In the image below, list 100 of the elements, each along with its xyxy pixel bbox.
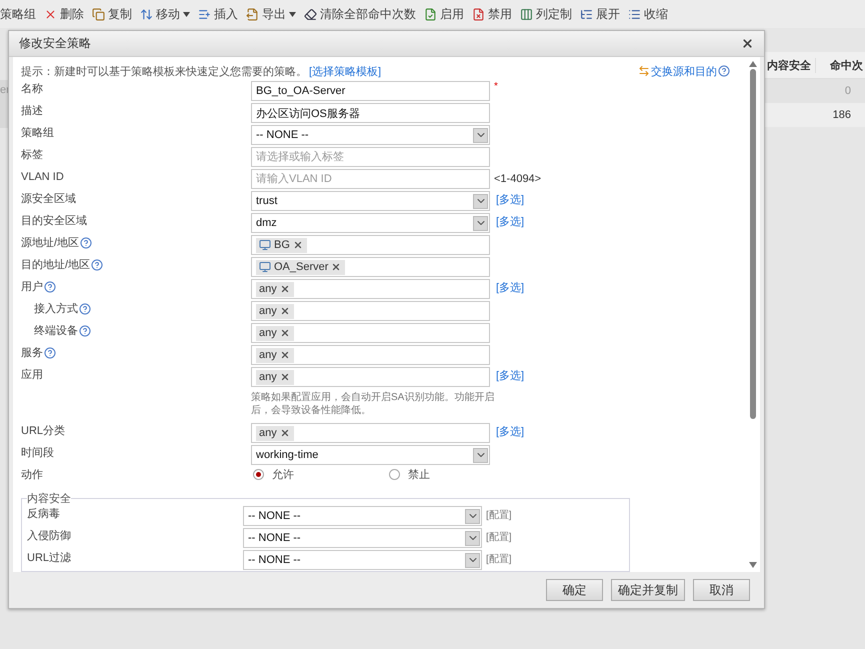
- file-x-icon: [472, 8, 485, 20]
- toolbar-button[interactable]: 禁用: [472, 6, 512, 22]
- list-plus-icon: [198, 8, 211, 20]
- toolbar-button[interactable]: 启用: [424, 6, 464, 22]
- config-link[interactable]: [配置]: [486, 528, 512, 548]
- tag-field[interactable]: any: [251, 301, 490, 321]
- tag-field[interactable]: any: [251, 323, 490, 343]
- select-field[interactable]: trust: [251, 191, 490, 211]
- toolbar-button[interactable]: 清除全部命中次数: [304, 6, 416, 22]
- help-icon[interactable]: [91, 259, 104, 271]
- tag-chip: any: [256, 282, 294, 296]
- config-link[interactable]: [配置]: [486, 506, 512, 526]
- dialog-title: 修改安全策略: [19, 35, 91, 52]
- delete-icon: [44, 8, 57, 20]
- field-label: 源地址/地区: [21, 236, 80, 251]
- remove-icon[interactable]: [280, 372, 290, 382]
- select-field[interactable]: -- NONE --: [243, 506, 482, 526]
- remove-icon[interactable]: [331, 262, 342, 272]
- field-label: 接入方式: [34, 302, 78, 317]
- tag-chip: any: [256, 348, 294, 362]
- radio-label: 允许: [272, 468, 294, 482]
- help-icon[interactable]: [79, 303, 91, 315]
- select-field[interactable]: -- NONE --: [243, 528, 482, 548]
- input-field[interactable]: 办公区访问OS服务器: [251, 103, 490, 123]
- monitor-icon: [259, 239, 271, 251]
- radio-button[interactable]: [389, 469, 400, 480]
- tag-chip: any: [256, 304, 294, 318]
- help-icon[interactable]: [44, 281, 56, 293]
- dialog-button[interactable]: 确定: [546, 579, 603, 601]
- field-label: 描述: [21, 104, 43, 119]
- scrollbar-thumb[interactable]: [750, 69, 756, 419]
- template-link[interactable]: [选择策略模板]: [309, 64, 382, 78]
- field-label: 目的安全区域: [21, 214, 87, 229]
- input-field[interactable]: 请选择或输入标签: [251, 147, 490, 167]
- remove-icon[interactable]: [280, 284, 290, 294]
- dropdown-icon: [465, 508, 480, 524]
- help-icon[interactable]: [718, 65, 730, 77]
- toolbar-button[interactable]: 列定制: [520, 6, 572, 22]
- swap-link[interactable]: 交换源和目的: [651, 64, 717, 78]
- list-icon: [628, 8, 641, 20]
- dropdown-icon: [473, 128, 488, 142]
- group-title: 内容安全: [27, 492, 71, 506]
- radio-label: 禁止: [408, 468, 430, 482]
- toolbar-button[interactable]: 复制: [92, 6, 132, 22]
- field-label: 用户: [21, 280, 43, 295]
- toolbar-button[interactable]: 收缩: [628, 6, 668, 22]
- tag-field[interactable]: OA_Server: [251, 257, 490, 277]
- close-icon[interactable]: [741, 37, 754, 50]
- tag-field[interactable]: any: [251, 367, 490, 387]
- config-link[interactable]: [配置]: [486, 550, 512, 570]
- remove-icon[interactable]: [280, 428, 290, 438]
- input-field[interactable]: 请输入VLAN ID: [251, 169, 490, 189]
- toolbar-button[interactable]: 插入: [198, 6, 238, 22]
- table-cell: 0: [844, 85, 851, 97]
- select-field[interactable]: working-time: [251, 445, 490, 465]
- toolbar-button[interactable]: 导出: [246, 6, 296, 22]
- tag-field[interactable]: BG: [251, 235, 490, 255]
- field-label: URL过滤: [27, 551, 72, 566]
- file-export-icon: [246, 8, 259, 20]
- input-field[interactable]: BG_to_OA-Server: [251, 81, 490, 101]
- select-field[interactable]: -- NONE --: [251, 125, 490, 145]
- field-label: VLAN ID: [21, 170, 64, 185]
- field-label: 终端设备: [34, 324, 78, 339]
- remove-icon[interactable]: [280, 306, 290, 316]
- toolbar-button[interactable]: 策略组: [0, 6, 36, 22]
- tag-field[interactable]: any: [251, 279, 490, 299]
- select-field[interactable]: dmz: [251, 213, 490, 233]
- remove-icon[interactable]: [280, 328, 290, 338]
- tag-field[interactable]: any: [251, 345, 490, 365]
- scroll-down-icon[interactable]: [749, 562, 757, 568]
- hint-text: 策略如果配置应用，会自动开启SA识别功能。功能开启后，会导致设备性能降低。: [251, 391, 496, 417]
- toolbar-button[interactable]: 移动: [140, 6, 190, 22]
- help-icon[interactable]: [44, 347, 56, 359]
- toolbar-button[interactable]: 删除: [44, 6, 84, 22]
- dialog-button[interactable]: 确定并复制: [611, 579, 685, 601]
- file-check-icon: [424, 8, 437, 20]
- columns-icon: [520, 8, 533, 20]
- help-icon[interactable]: [79, 325, 91, 337]
- field-label: 时间段: [21, 446, 54, 461]
- toolbar-button[interactable]: 展开: [580, 6, 620, 22]
- multi-select-link[interactable]: [多选]: [496, 423, 524, 441]
- dialog-button[interactable]: 取消: [693, 579, 750, 601]
- field-label: 动作: [21, 468, 43, 483]
- scroll-up-icon[interactable]: [749, 61, 757, 67]
- multi-select-link[interactable]: [多选]: [496, 279, 524, 297]
- remove-icon[interactable]: [280, 350, 290, 360]
- select-field[interactable]: -- NONE --: [243, 550, 482, 570]
- range-text: <1-4094>: [494, 172, 542, 187]
- multi-select-link[interactable]: [多选]: [496, 367, 524, 385]
- radio-button[interactable]: [253, 469, 264, 480]
- remove-icon[interactable]: [292, 240, 303, 250]
- up-down-arrows-icon: [140, 8, 153, 20]
- multi-select-link[interactable]: [多选]: [496, 213, 524, 231]
- field-label: 标签: [21, 148, 43, 163]
- tag-chip: OA_Server: [256, 260, 346, 274]
- hint-text: 提示：新建时可以基于策略模板来快速定义您需要的策略。: [21, 64, 307, 78]
- help-icon[interactable]: [80, 237, 92, 249]
- multi-select-link[interactable]: [多选]: [496, 191, 524, 209]
- dropdown-icon: [465, 552, 480, 568]
- tag-field[interactable]: any: [251, 423, 490, 443]
